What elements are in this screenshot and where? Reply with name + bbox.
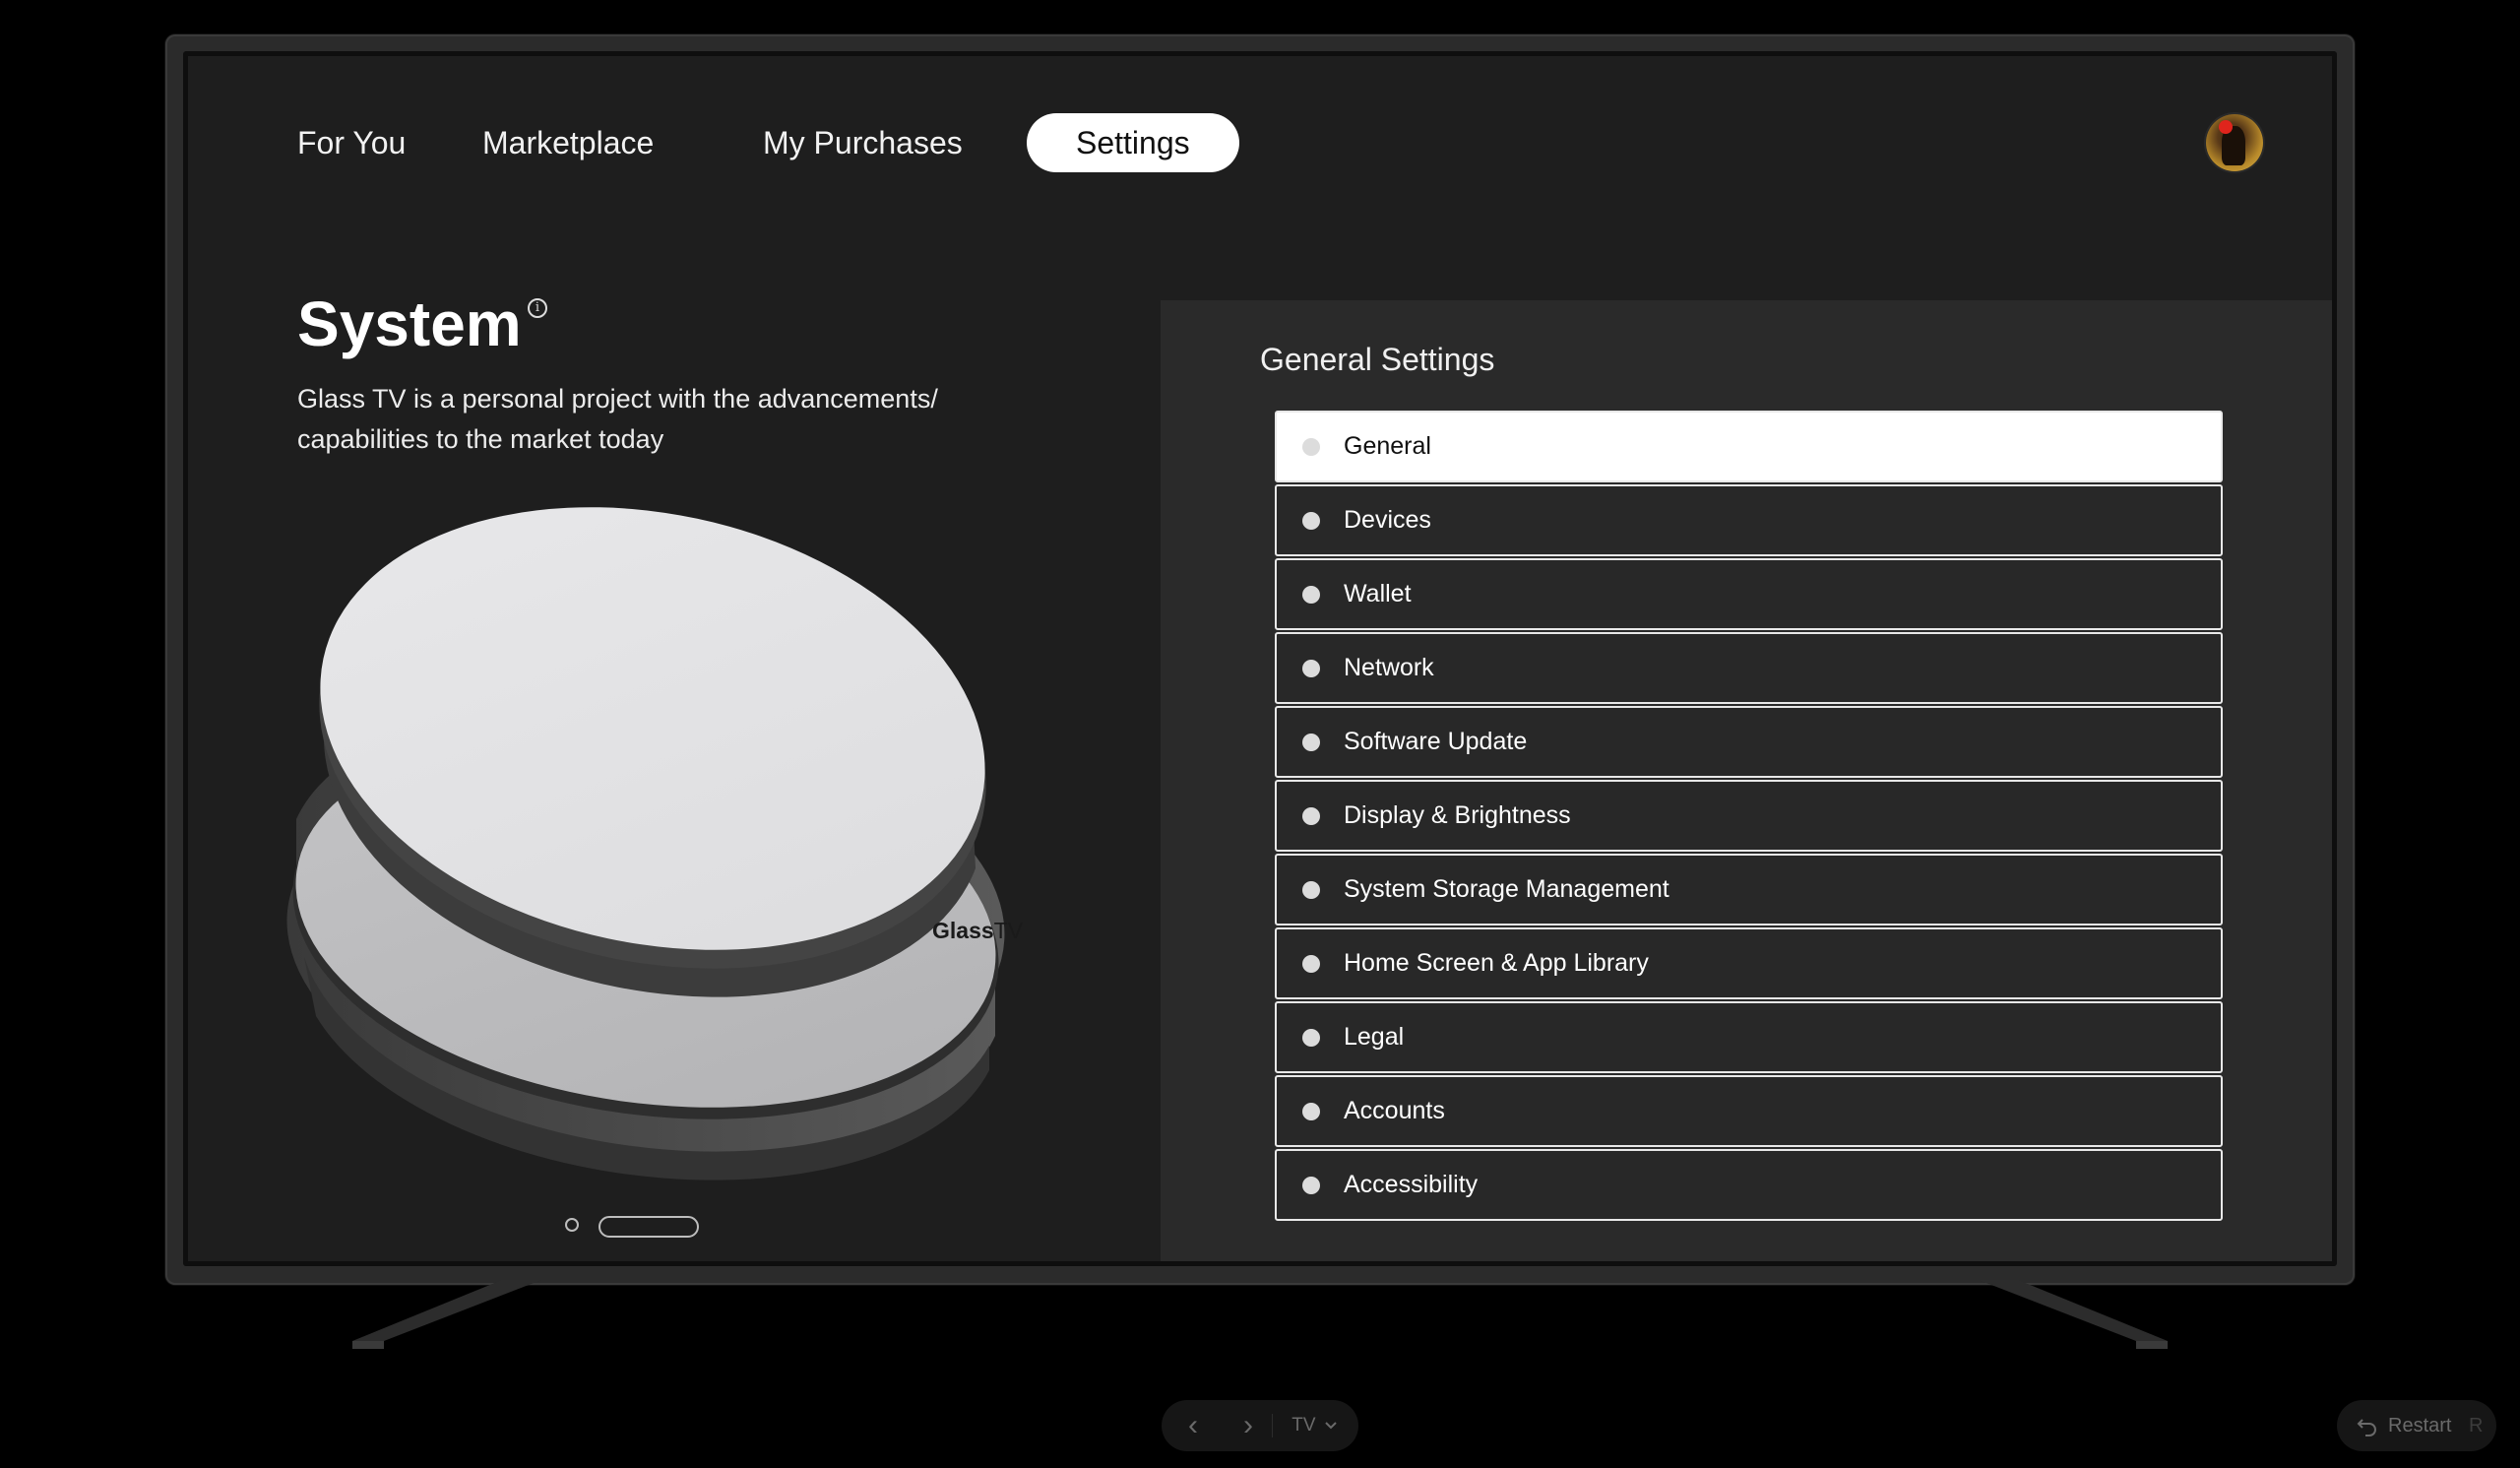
chevron-left-icon[interactable]: ‹ xyxy=(1175,1400,1211,1451)
info-icon[interactable]: i xyxy=(528,298,547,318)
restart-label: Restart xyxy=(2388,1415,2452,1436)
restart-shortcut: R xyxy=(2469,1415,2484,1436)
settings-item-wallet[interactable]: Wallet xyxy=(1275,558,2223,630)
bullet-icon xyxy=(1302,660,1320,677)
bullet-icon xyxy=(1302,438,1320,456)
notification-dot xyxy=(2219,120,2233,134)
settings-item-label: Display & Brightness xyxy=(1344,801,1571,829)
settings-item-label: Network xyxy=(1344,654,1434,681)
bullet-icon xyxy=(1302,1177,1320,1194)
chevron-right-icon[interactable]: › xyxy=(1230,1400,1266,1451)
settings-item-home-screen[interactable]: Home Screen & App Library xyxy=(1275,927,2223,999)
settings-item-accounts[interactable]: Accounts xyxy=(1275,1075,2223,1147)
settings-item-label: Accessibility xyxy=(1344,1171,1479,1198)
top-nav: For You Marketplace My Purchases Setting… xyxy=(188,113,2332,172)
settings-item-label: Home Screen & App Library xyxy=(1344,949,1649,977)
settings-panel: General Settings General Devices Wallet … xyxy=(1161,300,2332,1261)
glass-tv-device-image: GlassTV xyxy=(286,494,1054,1261)
chevron-down-icon xyxy=(1325,1422,1337,1430)
bullet-icon xyxy=(1302,586,1320,604)
settings-item-label: General xyxy=(1344,432,1431,460)
settings-item-label: System Storage Management xyxy=(1344,875,1670,903)
settings-list: General Devices Wallet Network Software … xyxy=(1275,411,2223,1223)
settings-item-label: Devices xyxy=(1344,506,1431,534)
system-description: Glass TV is a personal project with the … xyxy=(297,384,938,454)
device-select[interactable]: TV xyxy=(1284,1400,1345,1451)
bullet-icon xyxy=(1302,1029,1320,1047)
bullet-icon xyxy=(1302,955,1320,973)
settings-item-label: Legal xyxy=(1344,1023,1405,1051)
settings-item-label: Accounts xyxy=(1344,1097,1445,1124)
page-title: System xyxy=(297,288,522,359)
settings-item-legal[interactable]: Legal xyxy=(1275,1001,2223,1073)
settings-item-devices[interactable]: Devices xyxy=(1275,484,2223,556)
settings-item-label: Wallet xyxy=(1344,580,1412,607)
settings-item-network[interactable]: Network xyxy=(1275,632,2223,704)
settings-item-display-brightness[interactable]: Display & Brightness xyxy=(1275,780,2223,852)
bullet-icon xyxy=(1302,512,1320,530)
tab-my-purchases[interactable]: My Purchases xyxy=(763,113,963,172)
settings-item-software-update[interactable]: Software Update xyxy=(1275,706,2223,778)
restart-button[interactable]: Restart R xyxy=(2337,1400,2496,1451)
tv-screen: For You Marketplace My Purchases Setting… xyxy=(188,56,2332,1261)
tv-stand-right xyxy=(1959,1280,2175,1349)
bullet-icon xyxy=(1302,881,1320,899)
tab-settings[interactable]: Settings xyxy=(1027,113,1239,172)
prototype-nav-bar: ‹ › TV xyxy=(1162,1400,1358,1451)
device-select-value: TV xyxy=(1292,1415,1316,1436)
bullet-icon xyxy=(1302,807,1320,825)
bullet-icon xyxy=(1302,1103,1320,1120)
divider xyxy=(1272,1414,1273,1437)
settings-item-general[interactable]: General xyxy=(1275,411,2223,482)
restart-icon xyxy=(2357,1419,2376,1436)
tab-for-you[interactable]: For You xyxy=(297,113,406,172)
user-avatar[interactable] xyxy=(2206,114,2263,171)
settings-item-accessibility[interactable]: Accessibility xyxy=(1275,1149,2223,1221)
tv-stand-left xyxy=(345,1280,561,1349)
tab-marketplace[interactable]: Marketplace xyxy=(482,113,654,172)
settings-item-storage-management[interactable]: System Storage Management xyxy=(1275,854,2223,925)
settings-item-label: Software Update xyxy=(1344,728,1528,755)
device-logo: GlassTV xyxy=(932,918,1024,943)
settings-section-title: General Settings xyxy=(1260,342,1495,377)
bullet-icon xyxy=(1302,734,1320,751)
